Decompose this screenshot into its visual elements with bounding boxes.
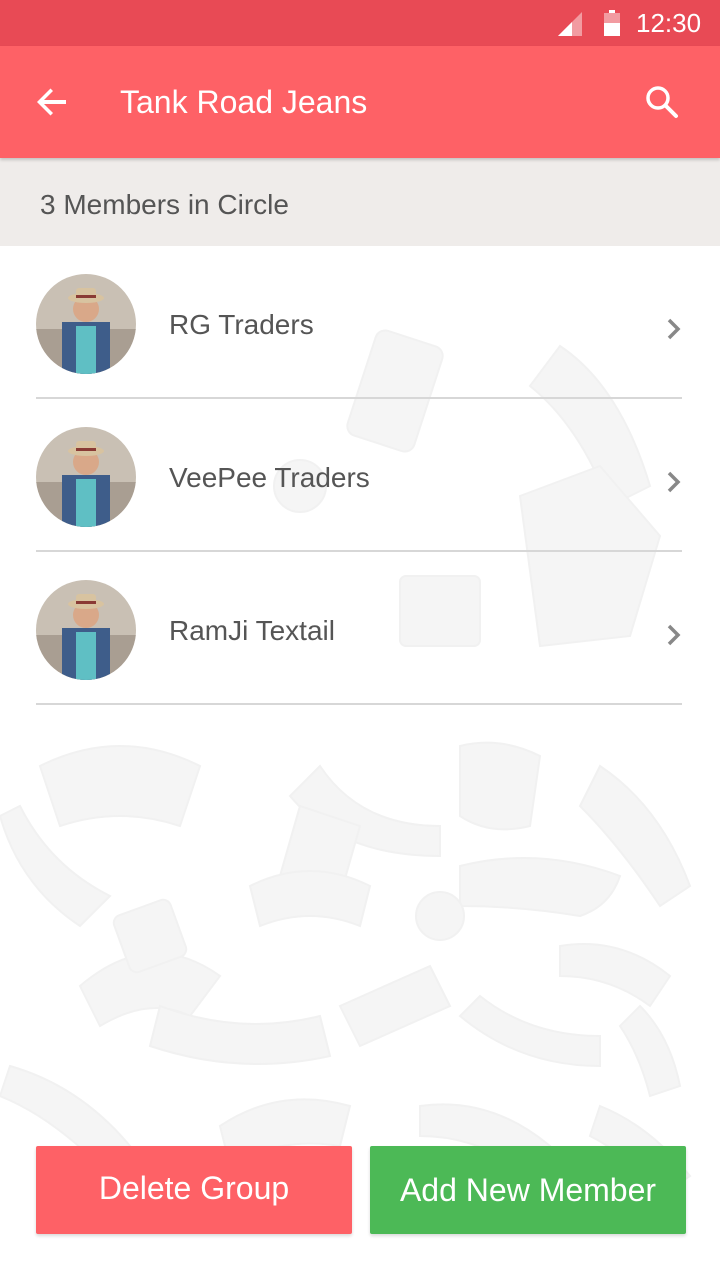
status-bar: 12:30 — [0, 0, 720, 46]
member-row[interactable]: RG Traders — [36, 246, 682, 399]
search-button[interactable] — [636, 76, 688, 128]
delete-group-button[interactable]: Delete Group — [36, 1146, 352, 1234]
avatar — [36, 427, 136, 527]
members-count-text: 3 Members in Circle — [40, 189, 289, 220]
search-icon — [646, 86, 678, 118]
member-name: VeePee Traders — [169, 462, 370, 493]
add-new-member-button[interactable]: Add New Member — [370, 1146, 686, 1234]
avatar — [36, 580, 136, 680]
arrow-back-icon — [37, 88, 66, 116]
member-name: RG Traders — [169, 309, 314, 340]
chevron-right-icon — [667, 624, 681, 646]
page-title: Tank Road Jeans — [120, 84, 368, 120]
cell-signal-icon — [558, 12, 582, 36]
members-count-header: 3 Members in Circle — [0, 158, 720, 246]
avatar — [36, 274, 136, 374]
app-bar: Tank Road Jeans — [0, 46, 720, 158]
chevron-right-icon — [667, 318, 681, 340]
battery-icon — [604, 10, 620, 36]
member-row[interactable]: VeePee Traders — [36, 399, 682, 552]
chevron-right-icon — [667, 471, 681, 493]
screen: 12:30 Tank Road Jeans 3 Members in Circl… — [0, 0, 720, 1280]
back-button[interactable] — [26, 76, 78, 128]
status-clock: 12:30 — [636, 8, 702, 38]
member-row[interactable]: RamJi Textail — [36, 552, 682, 705]
member-name: RamJi Textail — [169, 615, 335, 646]
